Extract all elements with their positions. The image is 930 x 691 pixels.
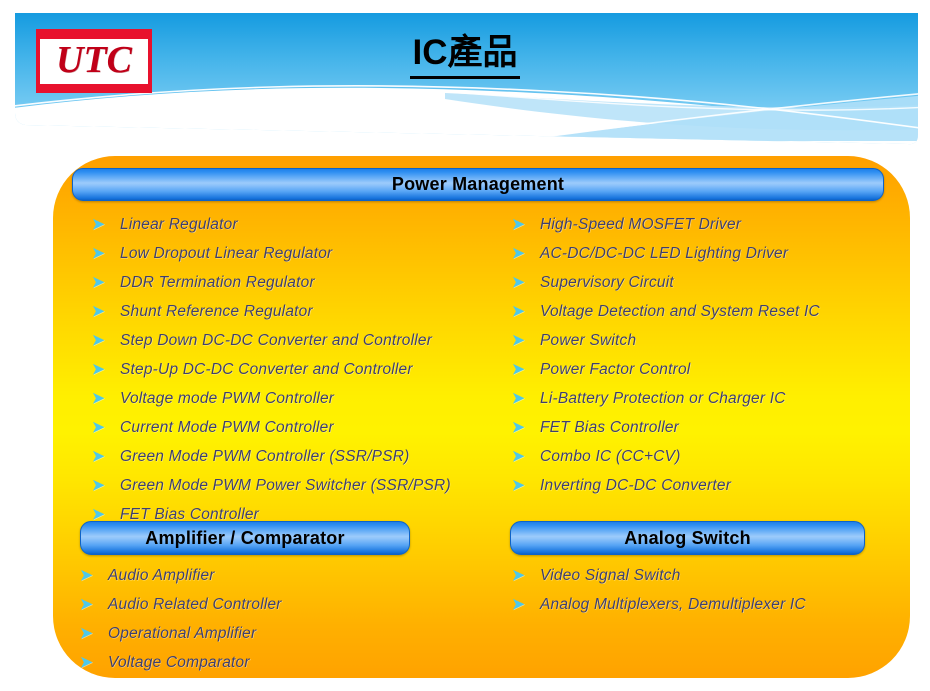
- list-item-label: Green Mode PWM Controller (SSR/PSR): [120, 448, 410, 465]
- list-item: ➤ Audio Related Controller: [80, 596, 282, 625]
- bullet-arrow-icon: ➤: [92, 245, 105, 262]
- bullet-arrow-icon: ➤: [92, 303, 105, 320]
- list-item-label: Li-Battery Protection or Charger IC: [540, 390, 786, 407]
- list-item-label: Combo IC (CC+CV): [540, 448, 681, 465]
- bullet-arrow-icon: ➤: [92, 477, 105, 494]
- list-item-label: Voltage mode PWM Controller: [120, 390, 335, 407]
- list-item-label: Step Down DC-DC Converter and Controller: [120, 332, 433, 349]
- list-item: ➤ Li-Battery Protection or Charger IC: [512, 390, 820, 419]
- section-header-label: Analog Switch: [624, 527, 751, 548]
- list-item: ➤ Voltage mode PWM Controller: [92, 390, 451, 419]
- section-header-amplifier-comparator[interactable]: Amplifier / Comparator: [80, 521, 410, 555]
- list-item: ➤ Linear Regulator: [92, 216, 451, 245]
- bullet-arrow-icon: ➤: [512, 596, 525, 613]
- list-item-label: Video Signal Switch: [540, 567, 681, 584]
- list-item: ➤ Low Dropout Linear Regulator: [92, 245, 451, 274]
- list-item: ➤ Shunt Reference Regulator: [92, 303, 451, 332]
- list-item-label: Linear Regulator: [120, 216, 238, 233]
- bullet-arrow-icon: ➤: [512, 448, 525, 465]
- list-item: ➤ Step Down DC-DC Converter and Controlle…: [92, 332, 451, 361]
- list-power-management-left: ➤ Linear Regulator ➤ Low Dropout Linear Re…: [92, 216, 451, 535]
- list-item: ➤ Operational Amplifier: [80, 625, 282, 654]
- list-item-label: Voltage Detection and System Reset IC: [540, 303, 820, 320]
- bullet-arrow-icon: ➤: [80, 654, 93, 671]
- bullet-arrow-icon: ➤: [80, 567, 93, 584]
- section-header-analog-switch[interactable]: Analog Switch: [510, 521, 865, 555]
- bullet-arrow-icon: ➤: [512, 390, 525, 407]
- list-item: ➤ Analog Multiplexers, Demultiplexer IC: [512, 596, 806, 625]
- list-item-label: Power Factor Control: [540, 361, 691, 378]
- list-item-label: Analog Multiplexers, Demultiplexer IC: [540, 596, 806, 613]
- bullet-arrow-icon: ➤: [92, 390, 105, 407]
- list-item: ➤ High-Speed MOSFET Driver: [512, 216, 820, 245]
- section-header-label: Power Management: [391, 174, 565, 194]
- bullet-arrow-icon: ➤: [512, 245, 525, 262]
- list-item-label: Low Dropout Linear Regulator: [120, 245, 333, 262]
- list-item-label: DDR Termination Regulator: [120, 274, 315, 291]
- bullet-arrow-icon: ➤: [92, 216, 105, 233]
- list-item: ➤ Supervisory Circuit: [512, 274, 820, 303]
- list-item-label: Operational Amplifier: [108, 625, 257, 642]
- page-title-text: IC產品: [410, 34, 520, 79]
- bullet-arrow-icon: ➤: [92, 361, 105, 378]
- list-amplifier-comparator: ➤ Audio Amplifier ➤ Audio Related Controll…: [80, 567, 282, 683]
- list-item-label: FET Bias Controller: [540, 419, 680, 436]
- bullet-arrow-icon: ➤: [80, 596, 93, 613]
- list-item: ➤ DDR Termination Regulator: [92, 274, 451, 303]
- list-item: ➤ Voltage Comparator: [80, 654, 282, 683]
- list-item: ➤ AC-DC/DC-DC LED Lighting Driver: [512, 245, 820, 274]
- bullet-arrow-icon: ➤: [512, 216, 525, 233]
- bullet-arrow-icon: ➤: [512, 477, 525, 494]
- bullet-arrow-icon: ➤: [92, 448, 105, 465]
- list-item: ➤ Voltage Detection and System Reset IC: [512, 303, 820, 332]
- list-item-label: Green Mode PWM Power Switcher (SSR/PSR): [120, 477, 451, 494]
- list-item: ➤ FET Bias Controller: [512, 419, 820, 448]
- list-item-label: Audio Related Controller: [108, 596, 282, 613]
- list-power-management-right: ➤ High-Speed MOSFET Driver ➤ AC-DC/DC-DC L…: [512, 216, 820, 506]
- list-item-label: Voltage Comparator: [108, 654, 250, 671]
- bullet-arrow-icon: ➤: [512, 332, 525, 349]
- list-item: ➤ Power Factor Control: [512, 361, 820, 390]
- list-item-label: Audio Amplifier: [108, 567, 215, 584]
- list-item-label: Inverting DC-DC Converter: [540, 477, 732, 494]
- list-analog-switch: ➤ Video Signal Switch ➤ Analog Multiplexe…: [512, 567, 806, 625]
- list-item: ➤ Audio Amplifier: [80, 567, 282, 596]
- list-item-label: AC-DC/DC-DC LED Lighting Driver: [540, 245, 789, 262]
- list-item-label: Shunt Reference Regulator: [120, 303, 313, 320]
- list-item: ➤ Video Signal Switch: [512, 567, 806, 596]
- list-item: ➤ Combo IC (CC+CV): [512, 448, 820, 477]
- bullet-arrow-icon: ➤: [92, 506, 105, 523]
- list-item: ➤ Green Mode PWM Controller (SSR/PSR): [92, 448, 451, 477]
- list-item: ➤ Step-Up DC-DC Converter and Controller: [92, 361, 451, 390]
- list-item: ➤ Power Switch: [512, 332, 820, 361]
- section-header-label: Amplifier / Comparator: [145, 527, 345, 548]
- bullet-arrow-icon: ➤: [80, 625, 93, 642]
- page-title: IC產品: [0, 33, 930, 79]
- bullet-arrow-icon: ➤: [512, 567, 525, 584]
- list-item: ➤ Inverting DC-DC Converter: [512, 477, 820, 506]
- list-item-label: High-Speed MOSFET Driver: [540, 216, 742, 233]
- list-item-label: Power Switch: [540, 332, 637, 349]
- list-item: ➤ Current Mode PWM Controller: [92, 419, 451, 448]
- bullet-arrow-icon: ➤: [512, 303, 525, 320]
- section-header-power-management[interactable]: Power Management: [72, 168, 884, 201]
- list-item-label: Step-Up DC-DC Converter and Controller: [120, 361, 413, 378]
- bullet-arrow-icon: ➤: [512, 274, 525, 291]
- bullet-arrow-icon: ➤: [92, 419, 105, 436]
- list-item-label: Current Mode PWM Controller: [120, 419, 334, 436]
- list-item: ➤ Green Mode PWM Power Switcher (SSR/PSR): [92, 477, 451, 506]
- bullet-arrow-icon: ➤: [92, 274, 105, 291]
- bullet-arrow-icon: ➤: [512, 361, 525, 378]
- bullet-arrow-icon: ➤: [92, 332, 105, 349]
- bullet-arrow-icon: ➤: [512, 419, 525, 436]
- list-item-label: Supervisory Circuit: [540, 274, 674, 291]
